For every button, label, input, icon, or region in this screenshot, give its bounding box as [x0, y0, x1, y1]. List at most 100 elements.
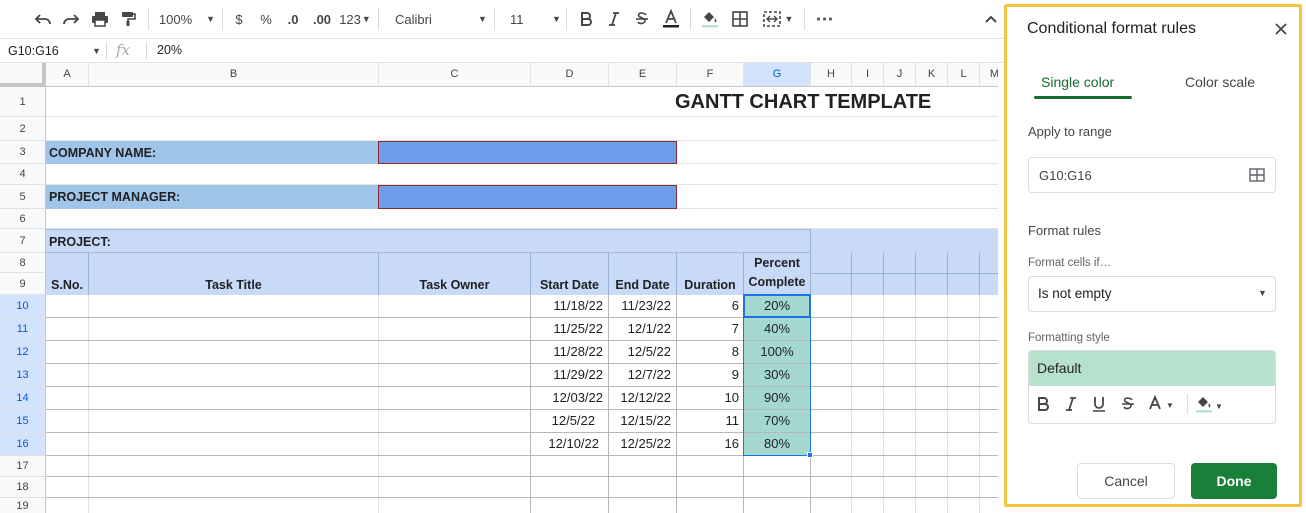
start-date-cell[interactable]: 11/28/22: [531, 341, 603, 363]
row-header[interactable]: 19: [0, 498, 46, 513]
style-italic-icon[interactable]: [1065, 397, 1077, 416]
start-date-cell[interactable]: 12/10/22: [531, 433, 599, 455]
row-header[interactable]: 3: [0, 141, 46, 164]
row-header[interactable]: 15: [0, 410, 46, 433]
name-box[interactable]: G10:G16 ▼: [0, 39, 104, 63]
cancel-button[interactable]: Cancel: [1077, 463, 1175, 499]
percent-cell[interactable]: 70%: [744, 410, 810, 432]
percent-cell[interactable]: 40%: [744, 318, 810, 340]
column-header-e[interactable]: E: [609, 63, 677, 87]
select-all-corner[interactable]: [0, 63, 46, 87]
more-options-icon[interactable]: ⋯: [812, 6, 836, 32]
row-header[interactable]: 1: [0, 87, 46, 117]
style-preview[interactable]: Default: [1029, 351, 1275, 386]
close-icon[interactable]: [1273, 21, 1291, 39]
start-date-cell[interactable]: 12/03/22: [531, 387, 603, 409]
row-header[interactable]: 16: [0, 433, 46, 456]
decrease-decimal-button[interactable]: .0: [282, 6, 304, 32]
italic-icon[interactable]: [604, 6, 624, 32]
end-date-cell[interactable]: 12/1/22: [609, 318, 671, 340]
row-header[interactable]: 8: [0, 253, 46, 273]
company-name-input[interactable]: [378, 141, 677, 164]
style-text-color-icon[interactable]: ▼: [1147, 395, 1174, 411]
start-date-cell[interactable]: 11/18/22: [531, 295, 603, 317]
percent-cell[interactable]: 100%: [744, 341, 810, 363]
row-header[interactable]: 4: [0, 164, 46, 185]
formula-input[interactable]: 20%: [157, 43, 182, 57]
range-input[interactable]: G10:G16: [1028, 157, 1276, 193]
merge-cells-icon[interactable]: ▼: [758, 6, 798, 32]
done-button[interactable]: Done: [1191, 463, 1277, 499]
start-date-cell[interactable]: 11/29/22: [531, 364, 603, 386]
row-header[interactable]: 6: [0, 209, 46, 229]
undo-icon[interactable]: [32, 6, 54, 32]
print-icon[interactable]: [89, 6, 111, 32]
project-manager-input[interactable]: [378, 185, 677, 209]
row-header[interactable]: 11: [0, 318, 46, 341]
column-header-m[interactable]: M: [980, 63, 998, 87]
duration-cell[interactable]: 9: [677, 364, 739, 386]
column-header-a[interactable]: A: [46, 63, 89, 87]
zoom-select[interactable]: 100% ▼: [158, 6, 216, 32]
borders-icon[interactable]: [729, 6, 751, 32]
style-underline-icon[interactable]: [1092, 396, 1106, 417]
column-header-b[interactable]: B: [89, 63, 379, 87]
fill-handle[interactable]: [807, 452, 813, 458]
redo-icon[interactable]: [60, 6, 82, 32]
row-header[interactable]: 12: [0, 341, 46, 364]
font-size-select[interactable]: 11 ▼: [502, 6, 561, 32]
duration-cell[interactable]: 11: [677, 410, 740, 432]
fill-color-icon[interactable]: [699, 6, 721, 32]
row-header[interactable]: 5: [0, 185, 46, 209]
end-date-cell[interactable]: 12/5/22: [609, 341, 671, 363]
condition-select[interactable]: Is not empty ▼: [1028, 276, 1276, 312]
row-header[interactable]: 9: [0, 273, 46, 295]
row-header[interactable]: 13: [0, 364, 46, 387]
increase-decimal-button[interactable]: .00: [308, 6, 336, 32]
currency-format-button[interactable]: $: [230, 6, 248, 32]
column-header-i[interactable]: I: [852, 63, 884, 87]
strikethrough-icon[interactable]: [632, 6, 652, 32]
end-date-cell[interactable]: 11/23/22: [609, 295, 671, 317]
column-header-g[interactable]: G: [744, 63, 811, 87]
select-range-icon[interactable]: [1249, 168, 1265, 185]
number-format-select[interactable]: 123 ▼: [338, 6, 372, 32]
column-header-c[interactable]: C: [379, 63, 531, 87]
row-header[interactable]: 18: [0, 477, 46, 498]
row-header[interactable]: 2: [0, 117, 46, 141]
start-date-cell[interactable]: 11/25/22: [531, 318, 603, 340]
percent-cell[interactable]: 90%: [744, 387, 810, 409]
end-date-cell[interactable]: 12/12/22: [609, 387, 671, 409]
row-header[interactable]: 14: [0, 387, 46, 410]
spreadsheet-grid[interactable]: A B C D E F G H I J K L M 1 2 3 4 5 6 7 …: [0, 63, 998, 513]
duration-cell[interactable]: 7: [677, 318, 739, 340]
bold-icon[interactable]: [576, 6, 596, 32]
percent-cell[interactable]: 30%: [744, 364, 810, 386]
column-header-k[interactable]: K: [916, 63, 948, 87]
duration-cell[interactable]: 6: [677, 295, 739, 317]
column-header-j[interactable]: J: [884, 63, 916, 87]
column-header-l[interactable]: L: [948, 63, 980, 87]
collapse-toolbar-icon[interactable]: [980, 6, 1002, 32]
percent-cell[interactable]: 20%: [744, 295, 810, 317]
text-color-icon[interactable]: [660, 6, 682, 32]
row-header[interactable]: 17: [0, 456, 46, 477]
percent-format-button[interactable]: %: [257, 6, 275, 32]
style-fill-color-icon[interactable]: ▼: [1195, 394, 1223, 414]
font-family-select[interactable]: Calibri ▼: [388, 6, 488, 32]
style-bold-icon[interactable]: [1037, 397, 1049, 416]
paint-format-icon[interactable]: [117, 6, 139, 32]
duration-cell[interactable]: 10: [677, 387, 739, 409]
column-header-d[interactable]: D: [531, 63, 609, 87]
column-header-h[interactable]: H: [811, 63, 852, 87]
end-date-cell[interactable]: 12/7/22: [609, 364, 671, 386]
end-date-cell[interactable]: 12/15/22: [609, 410, 671, 432]
tab-color-scale[interactable]: Color scale: [1185, 74, 1255, 90]
start-date-cell[interactable]: 12/5/22: [531, 410, 595, 432]
row-header[interactable]: 10: [0, 295, 46, 318]
end-date-cell[interactable]: 12/25/22: [609, 433, 671, 455]
percent-cell[interactable]: 80%: [744, 433, 810, 455]
style-strikethrough-icon[interactable]: [1121, 397, 1135, 416]
duration-cell[interactable]: 16: [677, 433, 739, 455]
duration-cell[interactable]: 8: [677, 341, 739, 363]
